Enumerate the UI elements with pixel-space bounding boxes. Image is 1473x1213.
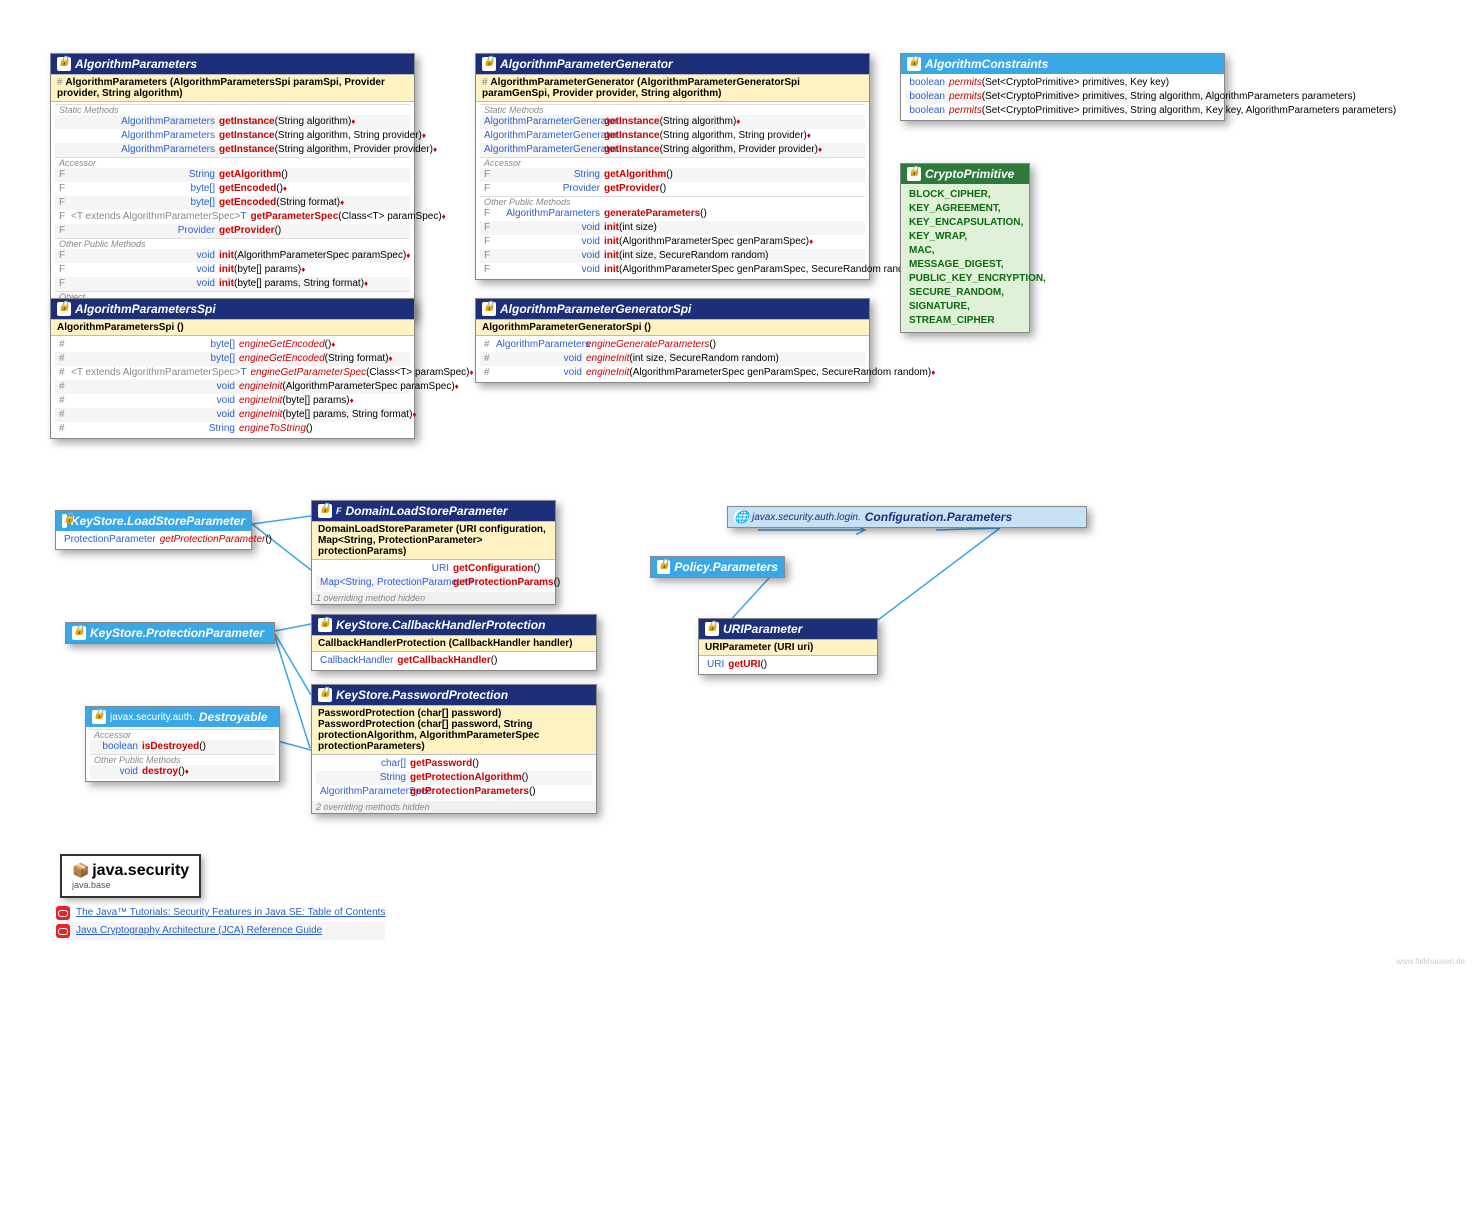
class-header: AlgorithmParametersSpi: [51, 299, 414, 319]
class-header: AlgorithmParameterGenerator: [476, 54, 869, 74]
class-header: KeyStore.CallbackHandlerProtection: [312, 615, 596, 635]
enum-value: MAC,: [909, 244, 1021, 258]
class-header: KeyStore.LoadStoreParameter: [56, 511, 251, 531]
section-accessor: Accessor: [55, 157, 410, 168]
class-header: URIParameter: [699, 619, 877, 639]
class-domain-loadstore-parameter: F DomainLoadStoreParameter DomainLoadSto…: [311, 500, 556, 605]
watermark: www.falkhausen.de: [1396, 957, 1465, 966]
section-static: Static Methods: [55, 104, 410, 115]
interface-protection-parameter: KeyStore.ProtectionParameter: [65, 622, 275, 644]
class-header: CryptoPrimitive: [901, 164, 1029, 184]
enum-value: STREAM_CIPHER: [909, 314, 1021, 328]
class-algorithm-parameter-generator: AlgorithmParameterGenerator # AlgorithmP…: [475, 53, 870, 280]
class-header: KeyStore.PasswordProtection: [312, 685, 596, 705]
lock-icon: [57, 302, 71, 316]
enum-value: SECURE_RANDOM,: [909, 286, 1021, 300]
oracle-icon: [56, 924, 70, 938]
interface-loadstore-parameter: KeyStore.LoadStoreParameter ProtectionPa…: [55, 510, 252, 550]
class-header: AlgorithmConstraints: [901, 54, 1224, 74]
lock-icon: [907, 167, 921, 181]
enum-value: PUBLIC_KEY_ENCRYPTION,: [909, 272, 1021, 286]
class-algorithm-parameters: AlgorithmParameters # AlgorithmParameter…: [50, 53, 415, 319]
lock-icon: [482, 302, 496, 316]
class-header: F DomainLoadStoreParameter: [312, 501, 555, 521]
interface-policy-parameters: Policy.Parameters: [650, 556, 785, 578]
lock-icon: [57, 57, 71, 71]
interface-algorithm-constraints: AlgorithmConstraints booleanpermits (Set…: [900, 53, 1225, 121]
package-icon: 🌐: [734, 510, 748, 524]
section-methods: Other Public Methods: [55, 238, 410, 249]
enum-value: SIGNATURE,: [909, 300, 1021, 314]
class-header: Policy.Parameters: [651, 557, 784, 577]
link-tutorials[interactable]: The Java™ Tutorials: Security Features i…: [76, 906, 385, 920]
class-callback-handler-protection: KeyStore.CallbackHandlerProtection Callb…: [311, 614, 597, 671]
class-header: javax.security.auth.Destroyable: [86, 707, 279, 727]
lock-icon: [657, 560, 670, 574]
class-algorithm-parameters-spi: AlgorithmParametersSpi AlgorithmParamete…: [50, 298, 415, 439]
constructor-row: # AlgorithmParameterGenerator (Algorithm…: [476, 74, 869, 102]
class-uri-parameter: URIParameter URIParameter (URI uri) URI …: [698, 618, 878, 675]
lock-icon: [318, 618, 332, 632]
class-header: AlgorithmParameters: [51, 54, 414, 74]
lock-icon: [482, 57, 496, 71]
lock-icon: [318, 504, 332, 518]
lock-icon: [92, 710, 106, 724]
package-label: 📦 java.security java.base: [60, 854, 201, 898]
oracle-icon: [56, 906, 70, 920]
enum-value: BLOCK_CIPHER,: [909, 188, 1021, 202]
class-header: 🌐 javax.security.auth.login.Configuratio…: [728, 507, 1086, 527]
class-password-protection: KeyStore.PasswordProtection PasswordProt…: [311, 684, 597, 814]
link-jca-guide[interactable]: Java Cryptography Architecture (JCA) Ref…: [76, 924, 322, 938]
lock-icon: [907, 57, 921, 71]
class-header: AlgorithmParameterGeneratorSpi: [476, 299, 869, 319]
interface-destroyable: javax.security.auth.Destroyable Accessor…: [85, 706, 280, 782]
constructor-row: # AlgorithmParameters (AlgorithmParamete…: [51, 74, 414, 102]
enum-value: KEY_WRAP,: [909, 230, 1021, 244]
interface-configuration-parameters: 🌐 javax.security.auth.login.Configuratio…: [727, 506, 1087, 528]
class-header: KeyStore.ProtectionParameter: [66, 623, 274, 643]
enum-crypto-primitive: CryptoPrimitive BLOCK_CIPHER,KEY_AGREEME…: [900, 163, 1030, 333]
enum-value: MESSAGE_DIGEST,: [909, 258, 1021, 272]
enum-value: KEY_ENCAPSULATION,: [909, 216, 1021, 230]
lock-icon: [318, 688, 332, 702]
reference-links: The Java™ Tutorials: Security Features i…: [56, 904, 385, 940]
enum-value: KEY_AGREEMENT,: [909, 202, 1021, 216]
lock-icon: [705, 622, 719, 636]
class-algorithm-parameter-generator-spi: AlgorithmParameterGeneratorSpi Algorithm…: [475, 298, 870, 383]
lock-icon: [62, 514, 67, 528]
lock-icon: [72, 626, 86, 640]
